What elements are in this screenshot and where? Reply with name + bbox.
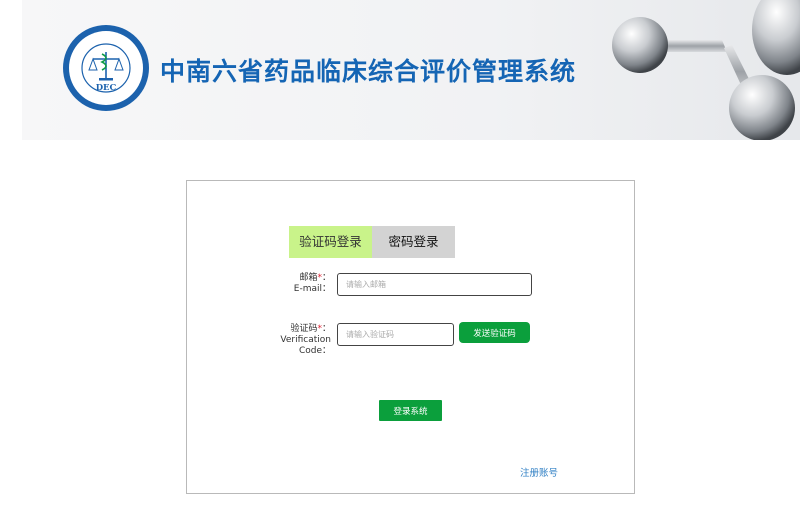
system-title: 中南六省药品临床综合评价管理系统 [160, 57, 577, 86]
register-account-link[interactable]: 注册账号 [520, 465, 558, 479]
verification-code-input[interactable] [337, 323, 454, 346]
email-label: 邮箱*： E-mail： [293, 273, 331, 294]
tab-verification-code-login[interactable]: 验证码登录 [289, 226, 372, 258]
tab-password-login[interactable]: 密码登录 [372, 226, 455, 258]
send-code-button[interactable]: 发送验证码 [459, 322, 530, 343]
login-submit-button[interactable]: 登录系统 [379, 400, 442, 421]
svg-text:DEC: DEC [96, 83, 117, 93]
login-card: 验证码登录 密码登录 邮箱*： E-mail： 验证码*： Verificati… [186, 180, 635, 494]
verification-code-label: 验证码*： Verification Code： [280, 324, 331, 356]
header-banner: 广东省药品临床综合评价中心 DRUG EVALUATION CENTER OF … [22, 0, 800, 140]
dec-logo: 广东省药品临床综合评价中心 DRUG EVALUATION CENTER OF … [63, 25, 149, 111]
email-input[interactable] [337, 273, 532, 296]
molecule-decoration [612, 0, 800, 140]
